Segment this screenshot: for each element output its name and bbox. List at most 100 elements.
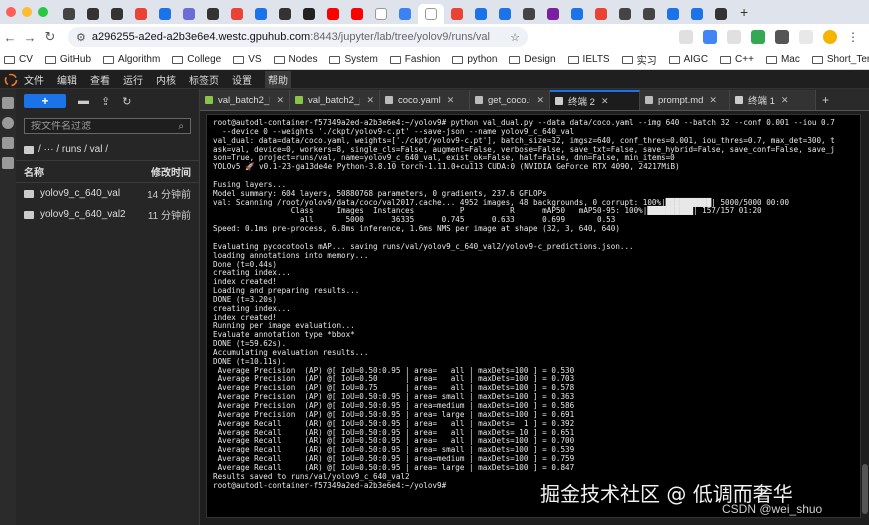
site-info-icon[interactable]: ⚙ <box>76 31 86 44</box>
browser-tab[interactable] <box>638 4 660 24</box>
bookmark-star-icon[interactable]: ☆ <box>510 31 520 44</box>
browser-tab[interactable] <box>686 4 708 24</box>
bookmark-folder[interactable]: C++ <box>720 54 754 65</box>
browser-tab[interactable] <box>542 4 564 24</box>
new-launcher-button[interactable]: + <box>24 94 66 108</box>
document-tab[interactable]: coco.yaml ✕ <box>380 90 470 110</box>
menu-item[interactable]: 编辑 <box>57 72 77 87</box>
bookmark-folder[interactable]: IELTS <box>567 54 610 65</box>
document-tab[interactable]: 终端 2 ✕ <box>550 90 640 110</box>
side-panel-icon[interactable] <box>799 30 813 44</box>
extension-icon[interactable] <box>751 30 765 44</box>
bookmark-folder[interactable]: Nodes <box>273 54 317 65</box>
bookmark-folder[interactable]: AIGC <box>668 54 708 65</box>
new-tab-button[interactable]: + <box>740 4 748 20</box>
bookmark-folder[interactable]: 实习 <box>621 52 657 67</box>
document-tab[interactable]: prompt.md ✕ <box>640 90 730 110</box>
extensions-icon[interactable] <box>2 157 14 169</box>
menu-item[interactable]: 查看 <box>90 72 110 87</box>
scrollbar-thumb[interactable] <box>862 464 868 514</box>
browser-tab[interactable] <box>178 4 200 24</box>
extension-icon[interactable] <box>679 30 693 44</box>
bookmark-folder[interactable]: CV <box>4 54 33 65</box>
folder-icon[interactable] <box>24 145 34 154</box>
bookmark-folder[interactable]: System <box>329 54 378 65</box>
close-tab-icon[interactable]: ✕ <box>447 95 455 106</box>
menu-item[interactable]: 内核 <box>156 72 176 87</box>
file-row[interactable]: yolov9_c_640_val2 11 分钟前 <box>16 204 199 225</box>
close-window-button[interactable] <box>6 7 16 17</box>
add-tab-button[interactable]: + <box>822 93 829 107</box>
document-tab[interactable]: get_coco.sh ✕ <box>470 90 550 110</box>
column-header-modified[interactable]: 修改时间 <box>151 164 191 179</box>
bookmark-folder[interactable]: Mac <box>765 54 800 65</box>
close-tab-icon[interactable]: ✕ <box>366 95 374 106</box>
bookmark-folder[interactable]: python <box>452 54 497 65</box>
browser-tab[interactable] <box>154 4 176 24</box>
document-tab[interactable]: 终端 1 ✕ <box>730 90 816 110</box>
browser-tab[interactable] <box>590 4 612 24</box>
bookmark-folder[interactable]: College <box>172 54 221 65</box>
reload-icon[interactable]: ↻ <box>40 29 60 45</box>
browser-tab[interactable] <box>470 4 492 24</box>
extension-icon[interactable] <box>727 30 741 44</box>
minimize-window-button[interactable] <box>22 7 32 17</box>
browser-tab[interactable] <box>298 4 320 24</box>
column-header-name[interactable]: 名称 <box>24 164 44 179</box>
close-tab-icon[interactable]: ✕ <box>781 95 789 106</box>
browser-tab[interactable] <box>494 4 516 24</box>
browser-tab[interactable] <box>446 4 468 24</box>
browser-tab[interactable] <box>418 4 444 24</box>
bookmark-folder[interactable]: Fashion <box>389 54 440 65</box>
browser-tab[interactable] <box>662 4 684 24</box>
browser-tab[interactable] <box>518 4 540 24</box>
bookmark-folder[interactable]: Design <box>509 54 556 65</box>
menu-item[interactable]: 标签页 <box>189 72 219 87</box>
browser-tab[interactable] <box>130 4 152 24</box>
document-tab[interactable]: val_batch2_labe ✕ <box>200 90 290 110</box>
browser-tab[interactable] <box>58 4 80 24</box>
close-tab-icon[interactable]: ✕ <box>536 95 544 106</box>
bookmark-folder[interactable]: Algorithm <box>103 54 160 65</box>
browser-tab[interactable] <box>274 4 296 24</box>
breadcrumb-path[interactable]: / ··· / runs / val / <box>38 144 108 155</box>
profile-avatar[interactable] <box>823 30 837 44</box>
browser-tab[interactable] <box>250 4 272 24</box>
filter-input[interactable] <box>31 120 171 132</box>
browser-tab[interactable] <box>226 4 248 24</box>
folder-icon[interactable] <box>2 97 14 109</box>
browser-tab[interactable] <box>566 4 588 24</box>
terminal-scrollbar[interactable] <box>861 114 869 518</box>
menu-item[interactable]: 设置 <box>232 72 252 87</box>
table-of-contents-icon[interactable] <box>2 137 14 149</box>
browser-tab[interactable] <box>710 4 732 24</box>
close-tab-icon[interactable]: ✕ <box>601 96 609 107</box>
browser-tab[interactable] <box>322 4 344 24</box>
forward-icon[interactable]: → <box>20 30 40 45</box>
maximize-window-button[interactable] <box>38 7 48 17</box>
close-tab-icon[interactable]: ✕ <box>276 95 284 106</box>
bookmark-folder[interactable]: Short_Term <box>811 54 869 65</box>
close-tab-icon[interactable]: ✕ <box>709 95 717 106</box>
upload-icon[interactable]: ⇪ <box>101 95 110 108</box>
browser-tab[interactable] <box>106 4 128 24</box>
bookmark-folder[interactable]: GitHub <box>44 54 91 65</box>
back-icon[interactable]: ← <box>0 30 20 45</box>
browser-tab[interactable] <box>82 4 104 24</box>
browser-tab[interactable] <box>394 4 416 24</box>
extension-icon[interactable] <box>703 30 717 44</box>
file-row[interactable]: yolov9_c_640_val 14 分钟前 <box>16 183 199 204</box>
menu-item[interactable]: 运行 <box>123 72 143 87</box>
browser-tab[interactable] <box>614 4 636 24</box>
document-tab[interactable]: val_batch2_pre ✕ <box>290 90 380 110</box>
address-bar[interactable]: ⚙ a296255-a2ed-a2b3e6e4.westc.gpuhub.com… <box>68 27 528 47</box>
bookmark-folder[interactable]: VS <box>233 54 262 65</box>
browser-menu-icon[interactable]: ⋮ <box>847 30 859 44</box>
browser-tab[interactable] <box>346 4 368 24</box>
running-sessions-icon[interactable] <box>2 117 14 129</box>
terminal-output[interactable]: root@autodl-container-f57349a2ed-a2b3e6e… <box>206 114 861 518</box>
extensions-puzzle-icon[interactable] <box>775 30 789 44</box>
new-folder-icon[interactable]: ▬ <box>78 95 89 107</box>
menu-item[interactable]: 文件 <box>24 72 44 87</box>
browser-tab[interactable] <box>202 4 224 24</box>
